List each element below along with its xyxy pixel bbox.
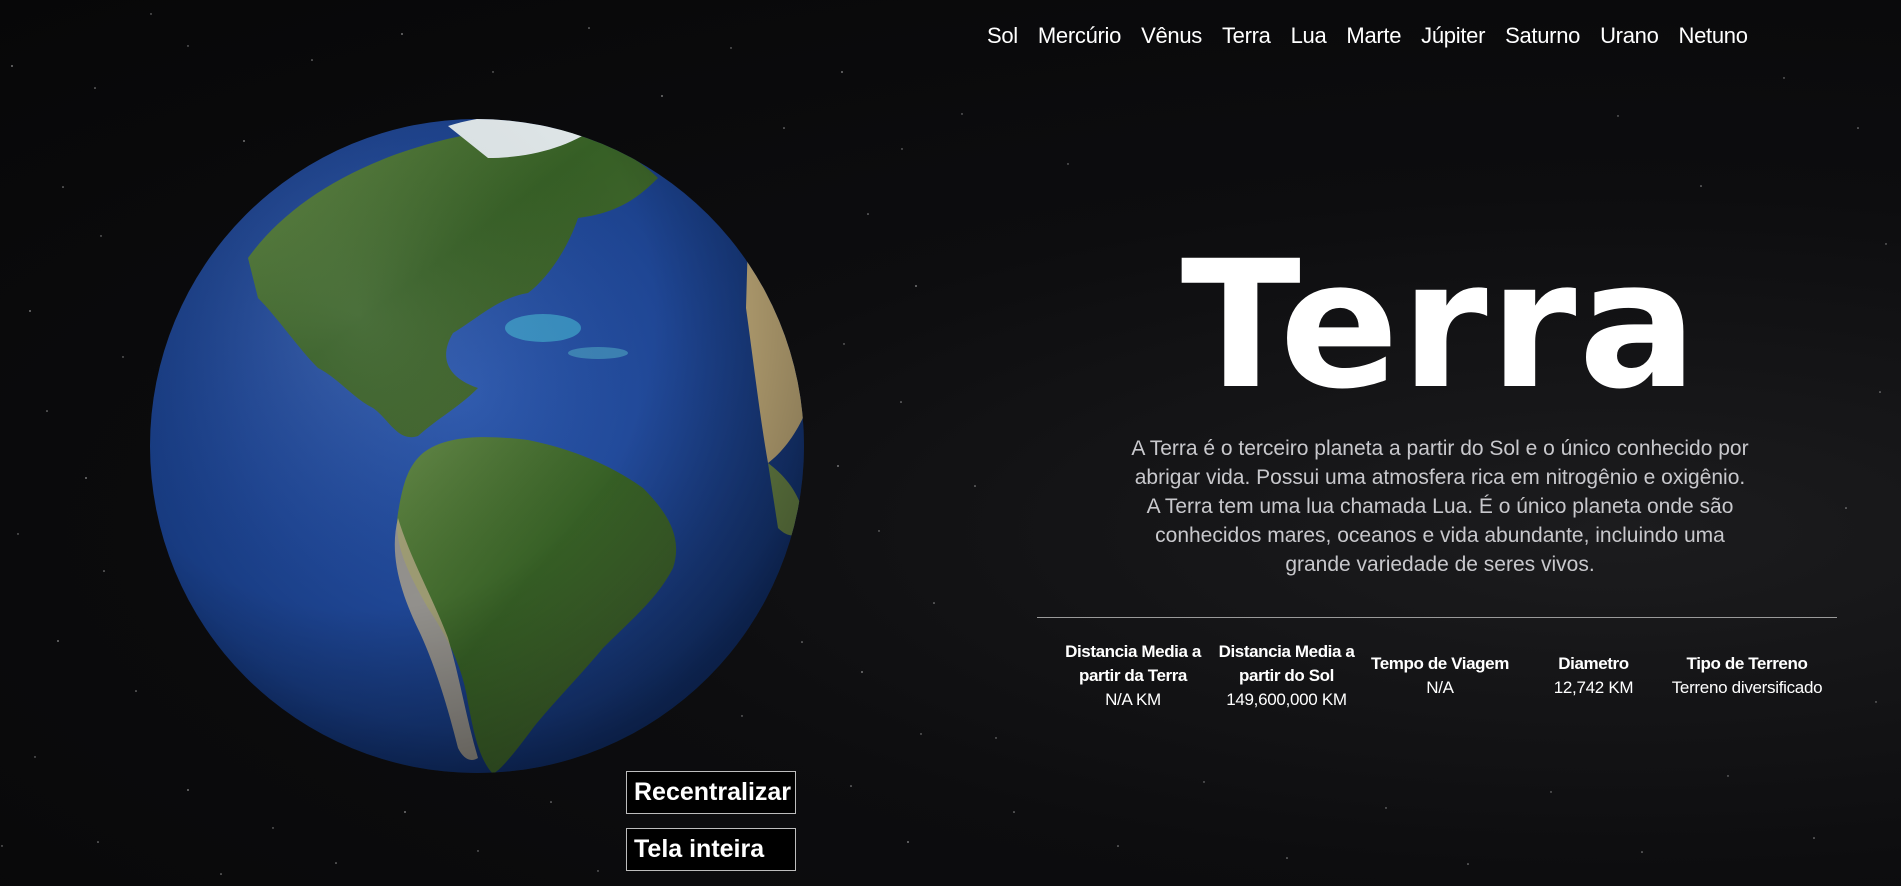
nav-item-saturno[interactable]: Saturno	[1495, 22, 1590, 50]
planet-stats: Distancia Media a partir da Terra N/A KM…	[1057, 640, 1823, 712]
stat-label: Tipo de Terreno	[1686, 654, 1808, 673]
nav-item-terra[interactable]: Terra	[1212, 22, 1281, 50]
stat-value: 12,742 KM	[1553, 678, 1634, 697]
page: Sol Mercúrio Vênus Terra Lua Marte Júpit…	[0, 0, 1901, 886]
nav-item-marte[interactable]: Marte	[1336, 22, 1411, 50]
nav-item-mercurio[interactable]: Mercúrio	[1028, 22, 1131, 50]
planet-3d-view[interactable]	[148, 118, 806, 774]
nav-item-sol[interactable]: Sol	[987, 22, 1028, 50]
stat-label: Distancia Media a partir da Terra	[1065, 642, 1201, 685]
stat-label: Tempo de Viagem	[1371, 654, 1509, 673]
stat-value: Terreno diversificado	[1671, 678, 1823, 697]
section-divider	[1037, 617, 1837, 618]
nav-item-netuno[interactable]: Netuno	[1669, 22, 1758, 50]
nav-item-urano[interactable]: Urano	[1590, 22, 1668, 50]
stat-travel-time: Tempo de Viagem N/A	[1364, 652, 1516, 700]
nav-item-venus[interactable]: Vênus	[1131, 22, 1212, 50]
earth-globe-icon[interactable]	[148, 118, 806, 774]
stat-value: 149,600,000 KM	[1226, 690, 1347, 709]
stat-distance-from-earth: Distancia Media a partir da Terra N/A KM	[1057, 640, 1209, 712]
nav-item-jupiter[interactable]: Júpiter	[1411, 22, 1495, 50]
stat-diameter: Diametro 12,742 KM	[1518, 652, 1670, 700]
stat-distance-from-sun: Distancia Media a partir do Sol 149,600,…	[1211, 640, 1363, 712]
stat-value: N/A KM	[1105, 690, 1161, 709]
stat-label: Diametro	[1558, 654, 1629, 673]
fullscreen-button[interactable]: Tela inteira	[626, 828, 796, 871]
stat-value: N/A	[1426, 678, 1454, 697]
recenter-button[interactable]: Recentralizar	[626, 771, 796, 814]
stat-label: Distancia Media a partir do Sol	[1218, 642, 1355, 685]
stat-terrain-type: Tipo de Terreno Terreno diversificado	[1671, 652, 1823, 700]
nav-item-lua[interactable]: Lua	[1281, 22, 1337, 50]
planet-navigation: Sol Mercúrio Vênus Terra Lua Marte Júpit…	[987, 22, 1758, 50]
planet-title: Terra	[1180, 223, 1700, 428]
planet-description: A Terra é o terceiro planeta a partir do…	[1131, 437, 1749, 576]
